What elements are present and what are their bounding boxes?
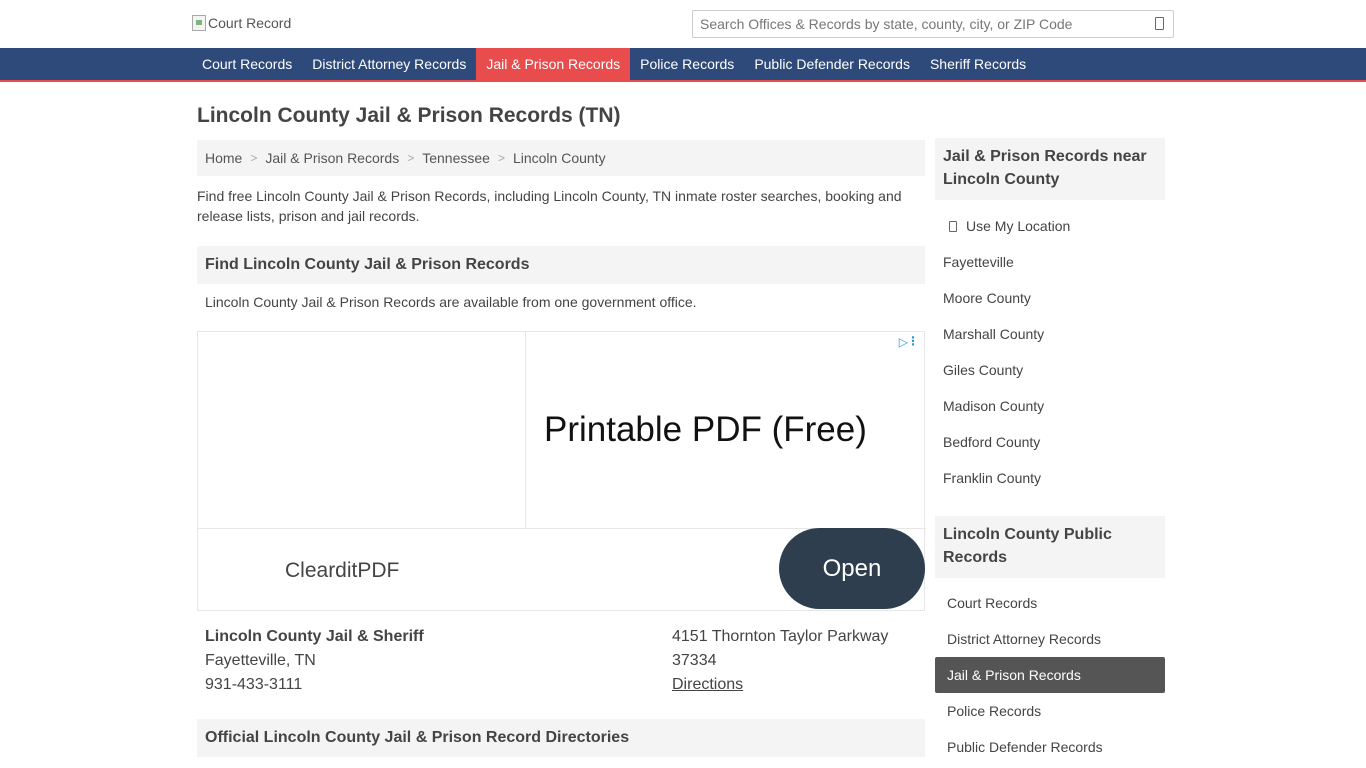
search-input[interactable] [693, 11, 1133, 37]
office-phone: 931-433-3111 [205, 676, 303, 693]
ad-open-button[interactable]: Open [779, 528, 925, 609]
sidebar-item-jail-prison-records[interactable]: Jail & Prison Records [935, 657, 1165, 693]
breadcrumb-home[interactable]: Home [205, 150, 242, 166]
nearby-link-moore-county[interactable]: Moore County [943, 290, 1031, 306]
logo-alt-text: Court Record [208, 15, 292, 31]
search-icon[interactable] [1155, 17, 1164, 30]
breadcrumb-separator: > [497, 151, 505, 165]
page-title: Lincoln County Jail & Prison Records (TN… [197, 104, 621, 127]
nearby-link-madison-county[interactable]: Madison County [943, 398, 1044, 414]
use-location-label: Use My Location [966, 218, 1071, 234]
ad-brand[interactable]: ClearditPDF [285, 559, 399, 583]
breadcrumb-tennessee[interactable]: Tennessee [422, 150, 490, 166]
breadcrumb-jail-prison-records[interactable]: Jail & Prison Records [265, 150, 399, 166]
intro-text: Find free Lincoln County Jail & Prison R… [197, 188, 902, 224]
ad-headline[interactable]: Printable PDF (Free) [544, 410, 867, 450]
nearby-link-marshall-county[interactable]: Marshall County [943, 326, 1044, 342]
office-name[interactable]: Lincoln County Jail & Sheriff [205, 628, 424, 646]
nearby-records-heading: Jail & Prison Records near Lincoln Count… [935, 138, 1165, 200]
office-zip: 37334 [672, 652, 717, 669]
nav-item-jail-prison-records[interactable]: Jail & Prison Records [476, 48, 631, 80]
breadcrumb: Home > Jail & Prison Records > Tennessee… [197, 140, 925, 176]
breadcrumb-lincoln-county[interactable]: Lincoln County [513, 150, 606, 166]
nearby-link-fayetteville[interactable]: Fayetteville [943, 254, 1014, 270]
nav-item-public-defender-records[interactable]: Public Defender Records [744, 48, 920, 80]
nearby-link-bedford-county[interactable]: Bedford County [943, 434, 1040, 450]
nav-item-court-records[interactable]: Court Records [192, 48, 302, 80]
availability-text: Lincoln County Jail & Prison Records are… [205, 294, 697, 310]
nearby-link-franklin-county[interactable]: Franklin County [943, 470, 1041, 486]
nearby-link-giles-county[interactable]: Giles County [943, 362, 1023, 378]
directories-heading: Official Lincoln County Jail & Prison Re… [197, 719, 925, 757]
directions-link[interactable]: Directions [672, 676, 743, 694]
nav-item-police-records[interactable]: Police Records [630, 48, 744, 80]
main-nav: Court Records District Attorney Records … [0, 48, 1366, 82]
nav-item-sheriff-records[interactable]: Sheriff Records [920, 48, 1036, 80]
use-my-location-button[interactable]: Use My Location [943, 218, 1070, 234]
advertisement[interactable]: ▷ ⋮ Printable PDF (Free) ClearditPDF Ope… [197, 331, 926, 611]
ad-image-area [198, 332, 526, 528]
nav-item-district-attorney-records[interactable]: District Attorney Records [302, 48, 476, 80]
public-records-heading: Lincoln County Public Records [935, 516, 1165, 578]
sidebar-item-court-records[interactable]: Court Records [935, 585, 1165, 621]
search-box [692, 10, 1174, 38]
location-icon [949, 221, 957, 232]
sidebar-item-district-attorney-records[interactable]: District Attorney Records [935, 621, 1165, 657]
sidebar-item-police-records[interactable]: Police Records [935, 693, 1165, 729]
ad-menu-icon[interactable]: ⋮ [907, 334, 919, 348]
office-street: 4151 Thornton Taylor Parkway [672, 628, 889, 645]
site-logo[interactable]: Court Record [192, 15, 291, 31]
breadcrumb-separator: > [250, 151, 258, 165]
find-records-heading: Find Lincoln County Jail & Prison Record… [197, 246, 925, 284]
breadcrumb-separator: > [407, 151, 415, 165]
broken-image-icon [192, 15, 206, 31]
site-header: Court Record [0, 0, 1366, 48]
sidebar-item-public-defender-records[interactable]: Public Defender Records [935, 729, 1165, 765]
office-city: Fayetteville, TN [205, 652, 316, 669]
